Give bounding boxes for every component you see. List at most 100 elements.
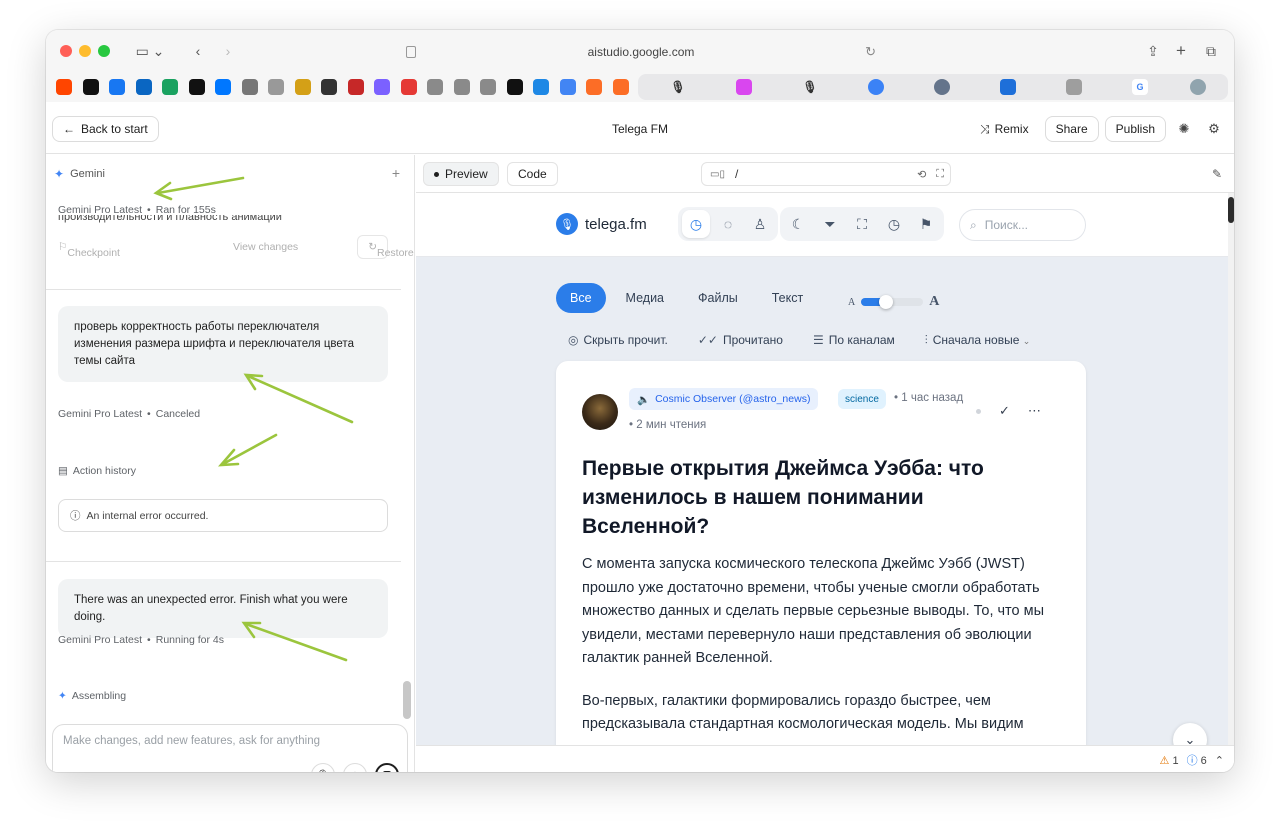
fullscreen-icon[interactable]: ⛶	[936, 168, 944, 181]
reddit-icon[interactable]	[56, 79, 72, 95]
info-indicator[interactable]: ⓘ 6	[1187, 752, 1207, 768]
threads-icon[interactable]	[83, 79, 99, 95]
font-size-knob[interactable]	[879, 295, 894, 309]
font-size-track[interactable]	[861, 295, 924, 309]
action-history-button[interactable]: ▤ Action history	[58, 465, 136, 477]
bookmark-icon[interactable]: ⚑	[912, 210, 940, 238]
stop-generation-button[interactable]	[375, 763, 399, 772]
gemini-bookmark-icon[interactable]	[560, 79, 576, 95]
forward-nav-icon[interactable]: ›	[220, 40, 236, 62]
site-search-input[interactable]: ⌕ Поиск...	[959, 209, 1086, 241]
filter-text[interactable]: Текст	[758, 283, 817, 313]
recent-clock-icon[interactable]: ◷	[682, 210, 710, 238]
filter-icon[interactable]: ⏷	[816, 210, 844, 238]
bookmark-icon[interactable]	[374, 79, 390, 95]
zoom-window-button[interactable]	[98, 45, 110, 57]
history-clock-icon[interactable]: ◷	[880, 210, 908, 238]
scroll-down-button[interactable]: ⌄	[1173, 723, 1207, 745]
filter-media[interactable]: Медиа	[612, 283, 678, 313]
linkedin-icon[interactable]	[136, 79, 152, 95]
more-options-icon[interactable]: ⋯	[1028, 403, 1041, 419]
device-icon[interactable]: ▭▯	[710, 169, 725, 180]
bookmark-icon[interactable]	[427, 79, 443, 95]
bookmark-icon[interactable]	[533, 79, 549, 95]
cloud-icon[interactable]	[934, 79, 950, 95]
bookmark-icon[interactable]	[480, 79, 496, 95]
mic-icon[interactable]: 🎙	[670, 79, 686, 95]
checkpoint-label[interactable]: ⚐ Checkpoint	[58, 241, 120, 259]
google-icon[interactable]: G	[1132, 79, 1148, 95]
error-text: An internal error occurred.	[86, 509, 209, 522]
vk-icon[interactable]	[215, 79, 231, 95]
restore-button[interactable]: ↻ Restore	[357, 235, 414, 259]
bookmark-icon[interactable]	[401, 79, 417, 95]
refresh-preview-icon[interactable]: ⟲	[917, 168, 926, 181]
chat-scrollbar[interactable]	[403, 681, 411, 719]
check-icon[interactable]: ✓	[999, 403, 1010, 419]
font-size-slider[interactable]: A A	[848, 294, 939, 310]
x-icon[interactable]	[189, 79, 205, 95]
compass-icon[interactable]	[268, 79, 284, 95]
magic-wand-icon[interactable]: ✎	[1212, 167, 1222, 181]
expand-icon[interactable]: ⛶	[848, 210, 876, 238]
moon-theme-icon[interactable]: ☾	[784, 210, 812, 238]
warnings-indicator[interactable]: ⚠ 1	[1160, 754, 1179, 767]
sort-dropdown[interactable]: ⫶ Сначала новые ⌄	[925, 333, 1031, 348]
bookmark-icon[interactable]	[162, 79, 178, 95]
close-window-button[interactable]	[60, 45, 72, 57]
remix-button[interactable]: ⤨ Remix	[970, 116, 1039, 142]
share-icon[interactable]: ⇪	[1144, 40, 1162, 62]
source-badge[interactable]: 🔈 Cosmic Observer (@astro_news)	[629, 388, 819, 410]
mic-icon[interactable]: 🎙	[802, 79, 818, 95]
filter-files[interactable]: Файлы	[684, 283, 752, 313]
preview-scrollbar[interactable]	[1228, 193, 1234, 745]
gitlab-icon[interactable]	[586, 79, 602, 95]
mark-read-button[interactable]: ✓✓ Прочитано	[698, 333, 783, 348]
add-attachment-button[interactable]: ⊕	[343, 763, 367, 772]
chevron-up-icon[interactable]: ⌃	[1215, 754, 1224, 767]
award-icon[interactable]: ♙	[746, 210, 774, 238]
bookmark-icon[interactable]	[348, 79, 364, 95]
prompt-input[interactable]	[63, 735, 393, 747]
address-bar[interactable]: aistudio.google.com ↻	[406, 41, 876, 63]
podcast-icon[interactable]	[736, 79, 752, 95]
publish-button[interactable]: Publish	[1104, 116, 1166, 142]
category-badge[interactable]: science	[838, 389, 886, 409]
bug-icon[interactable]: ✺	[1172, 116, 1196, 142]
avatar[interactable]	[582, 394, 618, 430]
back-nav-icon[interactable]: ‹	[190, 40, 206, 62]
mic-button[interactable]: 🎙	[311, 763, 335, 772]
by-channels-button[interactable]: ☰ По каналам	[813, 333, 895, 348]
tab-code[interactable]: Code	[507, 162, 558, 186]
tab-preview[interactable]: Preview	[423, 162, 499, 186]
hide-read-button[interactable]: ◎ Скрыть прочит.	[568, 333, 668, 348]
bookmark-icon[interactable]	[1000, 79, 1016, 95]
gear-bookmark-icon[interactable]	[321, 79, 337, 95]
bookmark-icon[interactable]	[454, 79, 470, 95]
site-logo[interactable]: 🎙 telega.fm	[556, 213, 647, 235]
tab-overview-icon[interactable]: ⧉	[1202, 40, 1220, 62]
globe-icon[interactable]	[242, 79, 258, 95]
reload-icon[interactable]: ↻	[865, 41, 876, 63]
bookmark-icon[interactable]	[507, 79, 523, 95]
view-changes-link[interactable]: View changes	[233, 241, 298, 253]
bookmark-icon[interactable]	[295, 79, 311, 95]
facebook-icon[interactable]	[109, 79, 125, 95]
truncated-message-text: производительности и плавность анимации	[58, 215, 282, 223]
article-title[interactable]: Первые открытия Джеймса Уэбба: что измен…	[582, 454, 1052, 541]
bookmark-icon[interactable]	[868, 79, 884, 95]
plus-circle-icon: ⊕	[350, 769, 359, 773]
new-tab-icon[interactable]: +	[1172, 40, 1190, 62]
preview-path-bar[interactable]: ▭▯ / ⟲ ⛶	[701, 162, 951, 186]
share-button[interactable]: Share	[1044, 116, 1099, 142]
gitlab-icon[interactable]	[613, 79, 629, 95]
filter-all[interactable]: Все	[556, 283, 606, 313]
new-chat-icon[interactable]: +	[392, 165, 400, 181]
minimize-window-button[interactable]	[79, 45, 91, 57]
chat-bubble-icon[interactable]: ◌	[714, 210, 742, 238]
settings-gear-icon[interactable]: ⚙	[1202, 116, 1226, 142]
preview-scroll-thumb[interactable]	[1228, 197, 1234, 223]
globe-icon[interactable]	[1190, 79, 1206, 95]
sidebar-toggle-icon[interactable]: ▭ ⌄	[130, 40, 170, 62]
bookmark-icon[interactable]	[1066, 79, 1082, 95]
